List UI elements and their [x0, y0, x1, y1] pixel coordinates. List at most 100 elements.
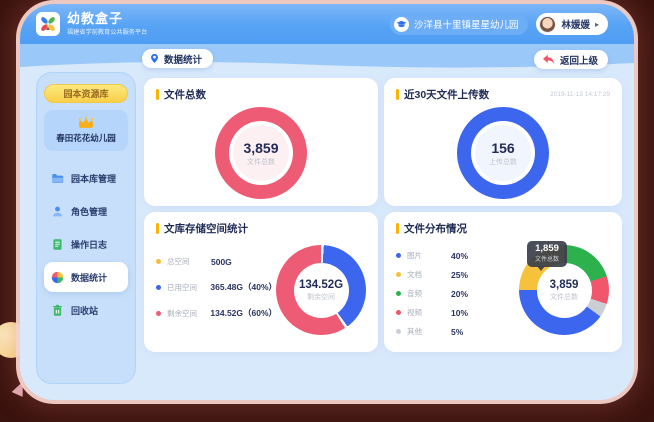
legend-label: 其他	[407, 326, 445, 337]
caret-icon: ▸	[595, 20, 599, 29]
panel-storage: 文库存储空间统计 总空间 500G 已用空间 365.48G（40%）	[144, 212, 378, 352]
uploads-value: 156	[491, 140, 514, 156]
tooltip-label: 文件总数	[535, 254, 559, 263]
panel-title: 文件总数	[164, 87, 206, 102]
legend-dot	[396, 291, 401, 296]
uploads-label: 上传总数	[489, 157, 517, 167]
legend-value: 40%	[451, 251, 468, 261]
legend-label: 音频	[407, 288, 445, 299]
legend-value: 5%	[451, 327, 463, 337]
tab-data-statistics[interactable]: 数据统计	[142, 49, 213, 68]
legend-row: 其他 5%	[396, 326, 518, 337]
trash-icon	[51, 304, 64, 317]
legend-value: 134.52G（60%）	[210, 307, 276, 319]
legend-dot	[156, 259, 161, 264]
back-label: 返回上级	[560, 53, 598, 67]
avatar	[539, 16, 556, 33]
title-tick	[156, 223, 159, 234]
total-files-donut[interactable]: 3,859 文件总数	[215, 107, 307, 199]
legend-row: 文档 25%	[396, 269, 518, 280]
legend-row: 音频 20%	[396, 288, 518, 299]
legend-dot	[396, 253, 401, 258]
sidebar-menu: 园本库管理 角色管理 操作日志	[44, 163, 128, 325]
brand-block: 幼教盒子 福建省学前教育公共服务平台	[67, 12, 152, 36]
back-button[interactable]: 返回上级	[534, 50, 608, 69]
panel-title: 文库存储空间统计	[164, 221, 248, 236]
sidebar: 园本资源库 春田花花幼儿园 园本库管理	[36, 72, 136, 384]
location-pin-icon	[150, 53, 159, 64]
legend-value: 25%	[451, 270, 468, 280]
app-subtitle: 福建省学前教育公共服务平台	[67, 26, 147, 36]
user-icon	[51, 205, 64, 218]
sidebar-item-label: 角色管理	[71, 205, 107, 218]
app-window: 幼教盒子 福建省学前教育公共服务平台 沙洋县十里镇星星幼儿园 林媛媛 ▸ 数据统…	[20, 4, 634, 400]
legend-label: 总空间	[167, 256, 205, 267]
storage-donut[interactable]: 134.52G 剩余空间	[276, 245, 366, 335]
total-files-value: 3,859	[243, 140, 278, 156]
panel-title: 文件分布情况	[404, 221, 467, 236]
legend-label: 文档	[407, 269, 445, 280]
legend-dot	[396, 310, 401, 315]
legend-row: 剩余空间 134.52G（60%）	[156, 307, 276, 319]
tab-label: 数据统计	[164, 52, 202, 66]
legend-value: 500G	[211, 257, 232, 267]
school-name: 沙洋县十里镇星星幼儿园	[414, 17, 519, 31]
panel-recent-uploads: 近30天文件上传数 2019-11-13 14:17:29 156 上传总数	[384, 78, 622, 206]
storage-legend: 总空间 500G 已用空间 365.48G（40%） 剩余空间 134.52G（…	[156, 236, 276, 344]
panel-title: 近30天文件上传数	[404, 87, 489, 102]
app-logo-icon	[36, 12, 60, 36]
panel-total-files: 文件总数 3,859 文件总数	[144, 78, 378, 206]
legend-value: 365.48G（40%）	[210, 281, 276, 293]
library-button[interactable]: 园本资源库	[44, 84, 128, 103]
timestamp: 2019-11-13 14:17:29	[550, 91, 610, 98]
legend-row: 图片 40%	[396, 250, 518, 261]
legend-value: 10%	[451, 308, 468, 318]
legend-label: 剩余空间	[167, 308, 204, 319]
panel-distribution: 文件分布情况 图片 40% 文档 25% 音频	[384, 212, 622, 352]
school-selector[interactable]: 沙洋县十里镇星星幼儿园	[390, 14, 529, 35]
user-menu[interactable]: 林媛媛 ▸	[536, 13, 608, 35]
title-tick	[396, 89, 399, 100]
user-name: 林媛媛	[561, 17, 590, 31]
sidebar-item-operation-log[interactable]: 操作日志	[44, 229, 128, 259]
distribution-legend: 图片 40% 文档 25% 音频 20% 视频	[396, 236, 518, 344]
legend-row: 已用空间 365.48G（40%）	[156, 281, 276, 293]
sidebar-item-label: 园本库管理	[71, 172, 116, 185]
legend-dot	[396, 272, 401, 277]
back-arrow-icon	[542, 54, 555, 65]
legend-label: 图片	[407, 250, 445, 261]
current-school-card[interactable]: 春田花花幼儿园	[44, 110, 128, 151]
header-bar: 幼教盒子 福建省学前教育公共服务平台 沙洋县十里镇星星幼儿园 林媛媛 ▸	[20, 4, 634, 44]
chart-tooltip: 1,859 文件总数	[527, 241, 567, 267]
title-tick	[156, 89, 159, 100]
legend-dot	[396, 329, 401, 334]
sidebar-item-label: 数据统计	[71, 271, 107, 284]
sidebar-item-label: 回收站	[71, 304, 98, 317]
crown-icon	[77, 116, 95, 129]
legend-dot	[156, 285, 161, 290]
title-tick	[396, 223, 399, 234]
distribution-center-value: 3,859	[550, 279, 579, 291]
sidebar-item-recycle-bin[interactable]: 回收站	[44, 295, 128, 325]
current-school-name: 春田花花幼儿园	[56, 132, 116, 144]
sidebar-item-library-manage[interactable]: 园本库管理	[44, 163, 128, 193]
storage-center-label: 剩余空间	[307, 292, 335, 302]
log-icon	[51, 238, 64, 251]
distribution-center-label: 文件总数	[550, 292, 578, 302]
legend-value: 20%	[451, 289, 468, 299]
graduation-cap-icon	[394, 17, 409, 32]
pie-icon	[51, 271, 64, 284]
legend-label: 已用空间	[167, 282, 204, 293]
legend-dot	[156, 311, 161, 316]
legend-row: 视频 10%	[396, 307, 518, 318]
sidebar-item-label: 操作日志	[71, 238, 107, 251]
sidebar-item-role-manage[interactable]: 角色管理	[44, 196, 128, 226]
sidebar-item-data-statistics[interactable]: 数据统计	[44, 262, 128, 292]
legend-row: 总空间 500G	[156, 256, 276, 267]
storage-center-value: 134.52G	[299, 279, 343, 291]
folder-icon	[51, 172, 64, 185]
uploads-donut[interactable]: 156 上传总数	[457, 107, 549, 199]
tooltip-value: 1,859	[535, 244, 559, 254]
legend-label: 视频	[407, 307, 445, 318]
main-content: 文件总数 3,859 文件总数 近30天文件上传数 2019-11-13	[144, 78, 622, 352]
